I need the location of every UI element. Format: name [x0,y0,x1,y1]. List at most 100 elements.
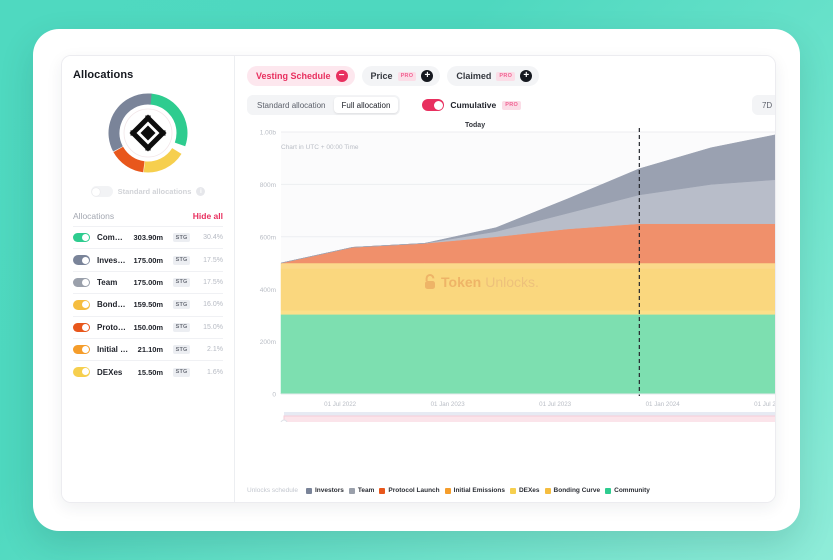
area-series-dexes[interactable] [280,310,776,315]
legend-swatch [379,487,386,494]
x-axis-tick-label: 01 Jan 2024 [646,401,681,408]
area-series-initial-emissions[interactable] [280,262,776,269]
tab-claimed[interactable]: Claimed PRO + [447,66,540,86]
area-series-community[interactable] [280,314,776,395]
chart-controls: Standard allocation Full allocation Cumul… [235,90,775,122]
hide-all-button[interactable]: Hide all [193,211,223,221]
chart-area[interactable]: Chart in UTC + 00:00 Time Today Token Unl… [235,122,776,483]
allocation-name: Initial Emissio... [97,345,131,355]
legend-item[interactable]: Protocol Launch [379,487,440,494]
allocation-visibility-toggle[interactable] [73,277,90,288]
y-axis-tick-label: 200m [260,339,276,346]
allocation-row[interactable]: Investors 175.00m STG 17.5% [73,248,223,270]
legend-label: Team [357,487,375,494]
allocation-row[interactable]: Bonding Curve 159.50m STG 16.0% [73,293,223,315]
allocation-visibility-toggle[interactable] [73,322,90,332]
legend-label: Investors [314,487,344,494]
allocation-mode-full-allocation[interactable]: Full allocation [333,97,399,113]
info-icon[interactable]: i [196,187,206,196]
allocation-percent: 15.0% [203,323,223,331]
vesting-schedule-area-chart[interactable]: 0 200m 400m 600m 800m 1.00b 01 Jul 2022 01 Jan … [243,122,776,422]
device-frame: Allocations Standard allocations i Alloc… [33,29,800,531]
allocation-donut-chart[interactable] [73,87,223,179]
allocation-percent: 30.4% [203,234,223,242]
cumulative-toggle[interactable] [422,99,445,111]
y-axis-tick-label: 800m [260,182,276,189]
legend-item[interactable]: Team [348,487,375,494]
allocation-name: Investors [97,255,126,265]
allocation-name: Community [97,233,127,243]
allocation-percent: 17.5% [203,256,223,264]
plus-circle-icon[interactable]: + [520,70,533,82]
allocation-amount: 175.00m [133,277,164,287]
allocation-ticker: STG [173,255,190,265]
pro-badge: PRO [496,71,516,81]
pro-badge: PRO [397,71,417,81]
area-series-bonding-curve[interactable] [280,268,776,311]
x-axis-tick-label: 01 Jul 2024 [754,401,776,408]
allocation-mode-standard-allocation[interactable]: Standard allocation [249,97,334,113]
range-7d[interactable]: 7D [754,97,775,113]
allocation-visibility-toggle[interactable] [73,255,90,265]
standard-allocations-label: Standard allocations [117,187,192,196]
allocation-row[interactable]: Protocol Laun... 150.00m STG 15.0% [73,315,223,338]
chart-subtitle: Chart in UTC + 00:00 Time [281,144,359,151]
allocation-amount: 159.50m [133,300,164,310]
tab-vesting-schedule[interactable]: Vesting Schedule − [247,66,355,86]
allocation-visibility-toggle[interactable] [73,232,90,243]
token-logo-icon [129,114,167,152]
y-axis-tick-label: 400m [260,287,276,294]
legend-label: DEXes [518,487,540,494]
tab-price[interactable]: Price PRO + [361,66,441,86]
allocations-list-label: Allocations [73,211,115,221]
allocation-name: Team [97,277,118,287]
allocations-list: Community 303.90m STG 30.4% Investors 175.00m… [73,226,223,383]
allocation-visibility-toggle[interactable] [73,300,90,310]
allocation-amount: 21.10m [137,345,164,355]
standard-allocations-toggle[interactable] [90,186,113,197]
allocation-amount: 303.90m [133,233,164,243]
allocation-amount: 15.50m [137,367,164,377]
legend-item[interactable]: Community [605,487,650,494]
legend-swatch [509,487,516,494]
allocation-name: Bonding Curve [97,300,127,310]
donut-svg [108,93,188,173]
y-axis-tick-label: 0 [272,392,276,399]
allocation-ticker: STG [173,345,190,355]
legend-item[interactable]: Investors [305,487,344,494]
allocation-visibility-toggle[interactable] [73,344,90,355]
legend-label: Protocol Launch [388,487,440,494]
allocation-row[interactable]: Team 175.00m STG 17.5% [73,270,223,293]
legend-item[interactable]: Bonding Curve [544,487,600,494]
minus-circle-icon[interactable]: − [335,70,348,82]
time-range-segmented[interactable]: 7D1M1YAll [751,95,775,115]
range-controls: 7D1M1YAll DWM [751,95,775,115]
cumulative-control[interactable]: Cumulative PRO [422,99,522,111]
allocation-ticker: STG [173,322,190,332]
allocation-name: Protocol Laun... [97,322,127,332]
legend-swatch [605,487,612,494]
allocation-row[interactable]: Initial Emissio... 21.10m STG 2.1% [73,337,223,360]
standard-allocations-row[interactable]: Standard allocations i [73,186,223,197]
allocation-visibility-toggle[interactable] [73,367,90,377]
allocation-ticker: STG [173,300,190,310]
allocation-ticker: STG [173,233,190,243]
legend-swatch [444,487,451,494]
allocation-row[interactable]: DEXes 15.50m STG 1.6% [73,360,223,382]
allocation-percent: 1.6% [207,368,223,376]
legend-swatch [544,487,551,494]
tab-label: Price [370,71,393,81]
allocation-amount: 150.00m [133,322,164,332]
allocation-mode-segmented[interactable]: Standard allocation Full allocation [247,95,401,115]
scrollbar-window[interactable] [283,415,776,422]
allocation-percent: 17.5% [203,278,223,286]
legend-swatch [305,487,312,494]
x-axis-tick-label: 01 Jan 2023 [431,401,466,408]
legend-item[interactable]: Initial Emissions [444,487,505,494]
y-axis-tick-label: 1.00b [260,130,277,137]
plus-circle-icon[interactable]: + [421,70,434,82]
legend-item[interactable]: DEXes [509,487,540,494]
legend-label: Community [614,487,650,494]
allocations-sidebar: Allocations Standard allocations i Alloc… [62,56,235,502]
allocation-row[interactable]: Community 303.90m STG 30.4% [73,226,223,248]
